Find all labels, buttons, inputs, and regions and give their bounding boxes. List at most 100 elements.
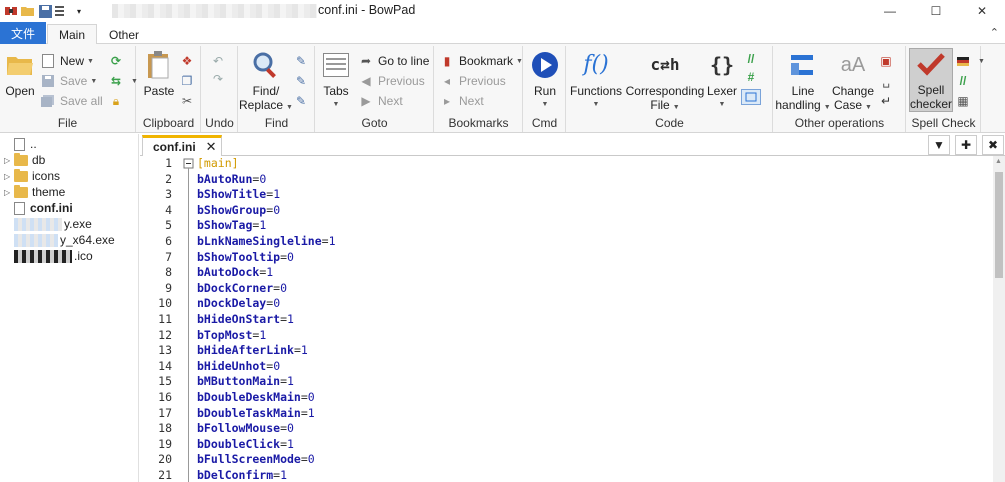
corresponding-file-button[interactable]: c⇄h Corresponding File ▼: [625, 50, 705, 115]
comment-icon[interactable]: //: [743, 50, 763, 68]
code-line[interactable]: bShowTitle=1: [197, 187, 987, 203]
code-line[interactable]: bShowTag=1: [197, 218, 987, 234]
scroll-thumb[interactable]: [995, 172, 1003, 278]
goto-next-button[interactable]: ▶ Next: [358, 92, 402, 110]
tree-item-label: y_x64.exe: [60, 233, 115, 247]
tab-other[interactable]: Other: [100, 24, 148, 45]
line-handling-button[interactable]: Line handling ▼: [775, 50, 831, 115]
language-flag-icon[interactable]: ▼: [955, 52, 985, 70]
go-to-line-button[interactable]: ➦ Go to line: [358, 52, 429, 70]
insert-icon[interactable]: ▣: [878, 52, 898, 70]
line-number: 3: [165, 187, 172, 202]
spell-comment-icon[interactable]: //: [955, 72, 975, 90]
vertical-scrollbar[interactable]: ▲: [993, 156, 1005, 482]
code-area[interactable]: [main] bAutoRun=0 bShowTitle=1 bShowGroup=0…: [197, 156, 987, 482]
code-line[interactable]: bFollowMouse=0: [197, 421, 987, 437]
hash-icon[interactable]: #: [743, 68, 763, 86]
new-tab-button[interactable]: ✚: [955, 135, 977, 155]
tab-conf-ini[interactable]: conf.ini ✕: [142, 135, 222, 156]
lock-icon[interactable]: 🔒︎: [108, 92, 128, 110]
spell-checker-button[interactable]: Spell checker: [909, 48, 953, 112]
tree-item-icons[interactable]: ▷ icons: [4, 168, 60, 184]
functions-button[interactable]: f() Functions ▼: [569, 50, 623, 112]
reload-icon[interactable]: ⟳: [108, 52, 128, 70]
ini-value: 1: [287, 436, 294, 451]
scroll-up-icon[interactable]: ▲: [995, 158, 1002, 165]
tree-item-db[interactable]: ▷ db: [4, 152, 45, 168]
copy-icon[interactable]: ❐: [179, 72, 199, 90]
code-line[interactable]: bDoubleTaskMain=1: [197, 406, 987, 422]
lexer-button[interactable]: {} Lexer ▼: [705, 50, 739, 112]
code-line[interactable]: bLnkNameSingleline=1: [197, 234, 987, 250]
bookmark-label: Bookmark: [459, 54, 514, 68]
save-icon[interactable]: [38, 4, 52, 18]
code-line[interactable]: bDelConfirm=1: [197, 468, 987, 482]
find-prev-icon[interactable]: ✎: [293, 72, 313, 90]
code-line[interactable]: nDockDelay=0: [197, 296, 987, 312]
maximize-button[interactable]: ☐: [913, 0, 959, 22]
paste-button[interactable]: Paste: [141, 50, 177, 98]
spell-options-icon[interactable]: ▦: [955, 92, 975, 110]
tab-main[interactable]: Main: [47, 24, 97, 45]
tab-file[interactable]: 文件: [0, 22, 46, 44]
tree-item-ico[interactable]: .ico: [4, 248, 93, 264]
expand-icon[interactable]: ▷: [4, 172, 14, 181]
code-line[interactable]: bHideUnhot=0: [197, 359, 987, 375]
bookmark-next-button[interactable]: ▸ Next: [439, 92, 484, 110]
bookmark-button[interactable]: ▮ Bookmark ▼: [439, 52, 523, 70]
code-line[interactable]: bTopMost=1: [197, 328, 987, 344]
save-all-button[interactable]: Save all: [40, 92, 103, 110]
code-editor[interactable]: 1 2 3 4 5 6 7 8 9 10 11 12 13 14 15 16 17 18 19 20 21 [main]…: [140, 156, 1005, 482]
code-line[interactable]: bHideAfterLink=1: [197, 343, 987, 359]
tab-list-button[interactable]: ▼: [928, 135, 950, 155]
code-line[interactable]: bDoubleDeskMain=0: [197, 390, 987, 406]
redo-icon[interactable]: ↷: [210, 70, 230, 88]
copy-html-icon[interactable]: ❖: [179, 52, 199, 70]
tabs-button[interactable]: Tabs ▼: [320, 50, 352, 112]
whitespace-icon[interactable]: ␣: [878, 72, 898, 90]
code-line[interactable]: bShowGroup=0: [197, 203, 987, 219]
expand-icon[interactable]: ▷: [4, 156, 14, 165]
tree-item-x64-exe[interactable]: y_x64.exe: [4, 232, 115, 248]
folder-icon: [14, 152, 28, 166]
tree-item-theme[interactable]: ▷ theme: [4, 184, 65, 200]
code-style-icon[interactable]: [741, 88, 765, 106]
open-folder-icon[interactable]: [21, 4, 35, 18]
code-line[interactable]: bShowTooltip=0: [197, 250, 987, 266]
code-line[interactable]: [main]: [197, 156, 987, 172]
code-line[interactable]: bAutoRun=0: [197, 172, 987, 188]
code-line[interactable]: bMButtonMain=1: [197, 374, 987, 390]
close-all-button[interactable]: ✖: [982, 135, 1004, 155]
close-button[interactable]: ✕: [959, 0, 1005, 22]
code-line[interactable]: bDockCorner=0: [197, 281, 987, 297]
ribbon-collapse-icon[interactable]: ⌃: [990, 26, 999, 39]
customize-qat-icon[interactable]: [55, 4, 69, 18]
fold-margin[interactable]: [182, 156, 196, 482]
code-line[interactable]: bFullScreenMode=0: [197, 452, 987, 468]
expand-icon[interactable]: ▷: [4, 188, 14, 197]
dropdown-arrow-icon[interactable]: ▾: [72, 4, 86, 18]
code-line[interactable]: bHideOnStart=1: [197, 312, 987, 328]
return-icon[interactable]: ↵: [878, 92, 898, 110]
open-button[interactable]: Open: [4, 50, 36, 98]
find-next-icon[interactable]: ✎: [293, 52, 313, 70]
run-button[interactable]: Run ▼: [528, 50, 562, 112]
new-button[interactable]: New ▼: [40, 52, 94, 70]
lexer-label: Lexer: [706, 84, 738, 98]
bookmark-previous-button[interactable]: ◂ Previous: [439, 72, 506, 90]
find-select-icon[interactable]: ✎: [293, 92, 313, 110]
cut-icon[interactable]: ✂: [179, 92, 199, 110]
code-line[interactable]: bAutoDock=1: [197, 265, 987, 281]
goto-previous-button[interactable]: ◀ Previous: [358, 72, 424, 90]
close-tab-icon[interactable]: ✕: [206, 139, 217, 155]
tree-item-conf-ini[interactable]: conf.ini: [4, 200, 73, 216]
minimize-button[interactable]: —: [867, 0, 913, 22]
tree-item-parent[interactable]: ..: [4, 136, 37, 152]
save-button[interactable]: Save ▼: [40, 72, 97, 90]
code-line[interactable]: bDoubleClick=1: [197, 437, 987, 453]
find-replace-button[interactable]: Find/ Replace ▼: [239, 50, 293, 115]
tree-item-exe[interactable]: y.exe: [4, 216, 92, 232]
change-case-button[interactable]: aA Change Case ▼: [830, 50, 876, 115]
share-icon[interactable]: ⇆ ▼: [108, 72, 138, 90]
undo-icon[interactable]: ↶: [210, 52, 230, 70]
